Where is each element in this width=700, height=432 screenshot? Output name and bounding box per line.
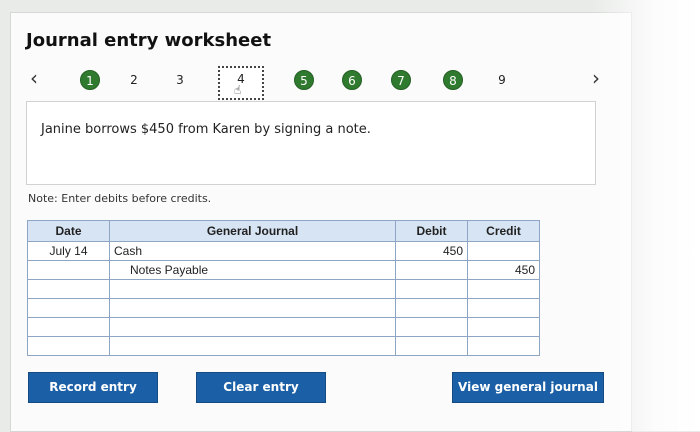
debit-cell[interactable] (395, 260, 468, 280)
table-row: July 14 Cash 450 (27, 241, 540, 261)
credit-cell[interactable] (467, 336, 540, 356)
table-row (27, 279, 540, 299)
step-3[interactable]: 3 (170, 70, 190, 90)
account-cell[interactable] (109, 336, 396, 356)
journal-header: General Journal (109, 220, 396, 242)
step-4[interactable]: 4 ☝ (218, 66, 264, 100)
clear-entry-button[interactable]: Clear entry (196, 372, 326, 403)
table-row (27, 298, 540, 318)
credit-cell[interactable]: 450 (467, 260, 540, 280)
page-title: Journal entry worksheet (26, 30, 272, 51)
debit-cell[interactable] (395, 298, 468, 318)
account-cell[interactable] (109, 317, 396, 337)
date-cell[interactable] (27, 279, 110, 299)
journal-table: Date General Journal Debit Credit July 1… (27, 220, 540, 356)
debit-cell[interactable]: 450 (395, 241, 468, 261)
account-cell[interactable]: Cash (109, 241, 396, 261)
record-entry-button[interactable]: Record entry (28, 372, 158, 403)
step-7[interactable]: 7 (391, 70, 411, 90)
credit-cell[interactable] (467, 279, 540, 299)
step-8[interactable]: 8 (443, 70, 463, 90)
date-cell[interactable] (27, 317, 110, 337)
date-cell[interactable] (27, 260, 110, 280)
date-cell[interactable]: July 14 (27, 241, 110, 261)
step-5[interactable]: 5 (294, 70, 314, 90)
prev-arrow-icon[interactable]: ‹ (30, 66, 38, 90)
account-cell[interactable] (109, 279, 396, 299)
credit-cell[interactable] (467, 298, 540, 318)
table-header-row: Date General Journal Debit Credit (27, 220, 540, 242)
step-1[interactable]: 1 (80, 70, 100, 90)
date-header: Date (27, 220, 110, 242)
credit-header: Credit (467, 220, 540, 242)
prompt-box: Janine borrows $450 from Karen by signin… (26, 101, 596, 185)
date-cell[interactable] (27, 298, 110, 318)
debit-cell[interactable] (395, 336, 468, 356)
credit-cell[interactable] (467, 317, 540, 337)
debit-header: Debit (395, 220, 468, 242)
account-text: Notes Payable (130, 263, 209, 277)
prompt-text: Janine borrows $450 from Karen by signin… (41, 122, 371, 137)
view-general-journal-button[interactable]: View general journal (452, 372, 604, 403)
step-9[interactable]: 9 (492, 70, 512, 90)
debit-cell[interactable] (395, 279, 468, 299)
table-row (27, 336, 540, 356)
account-cell[interactable] (109, 298, 396, 318)
step-2[interactable]: 2 (124, 70, 144, 90)
screen-glare (590, 0, 700, 431)
account-cell[interactable]: Notes Payable (109, 260, 396, 280)
note-text: Note: Enter debits before credits. (28, 192, 212, 205)
pointer-hand-icon: ☝ (234, 83, 242, 97)
date-cell[interactable] (27, 336, 110, 356)
next-arrow-icon[interactable]: › (592, 66, 600, 90)
table-row (27, 317, 540, 337)
table-row: Notes Payable 450 (27, 260, 540, 280)
debit-cell[interactable] (395, 317, 468, 337)
step-6[interactable]: 6 (342, 70, 362, 90)
credit-cell[interactable] (467, 241, 540, 261)
